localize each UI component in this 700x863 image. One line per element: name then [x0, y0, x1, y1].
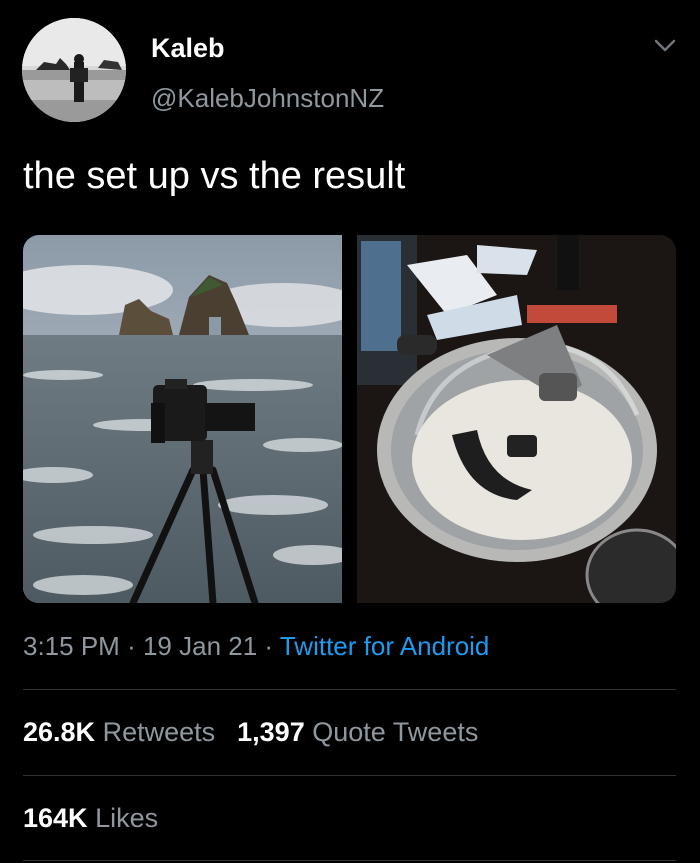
avatar[interactable] [22, 18, 126, 122]
retweet-stats: 26.8K Retweets 1,397 Quote Tweets [23, 717, 478, 748]
likes-stats: 164K Likes [23, 803, 158, 834]
tweet-meta: 3:15 PM · 19 Jan 21 · Twitter for Androi… [23, 631, 489, 662]
avatar-photo [22, 18, 126, 122]
retweets-link[interactable]: 26.8K Retweets [23, 717, 215, 747]
quote-tweets-label: Quote Tweets [312, 717, 479, 747]
divider [23, 860, 676, 861]
meta-separator: · [264, 631, 274, 661]
photo-setup[interactable] [23, 235, 342, 603]
quote-tweets-link[interactable]: 1,397 Quote Tweets [237, 717, 478, 747]
meta-separator: · [127, 631, 136, 661]
display-name[interactable]: Kaleb [151, 33, 225, 64]
photo-result[interactable] [357, 235, 676, 603]
retweets-label: Retweets [102, 717, 216, 747]
divider [23, 775, 676, 776]
quote-tweets-count: 1,397 [237, 717, 305, 747]
tweet-text: the set up vs the result [23, 155, 406, 197]
likes-link[interactable]: 164K Likes [23, 803, 158, 833]
retweets-count: 26.8K [23, 717, 96, 747]
likes-label: Likes [95, 803, 159, 833]
tweet-time: 3:15 PM [23, 631, 120, 661]
tweet-date: 19 Jan 21 [142, 631, 258, 661]
user-handle[interactable]: @KalebJohnstonNZ [151, 83, 384, 114]
chevron-down-icon[interactable] [652, 36, 678, 56]
divider [23, 689, 676, 690]
likes-count: 164K [23, 803, 88, 833]
tweet-source-link[interactable]: Twitter for Android [280, 631, 490, 661]
